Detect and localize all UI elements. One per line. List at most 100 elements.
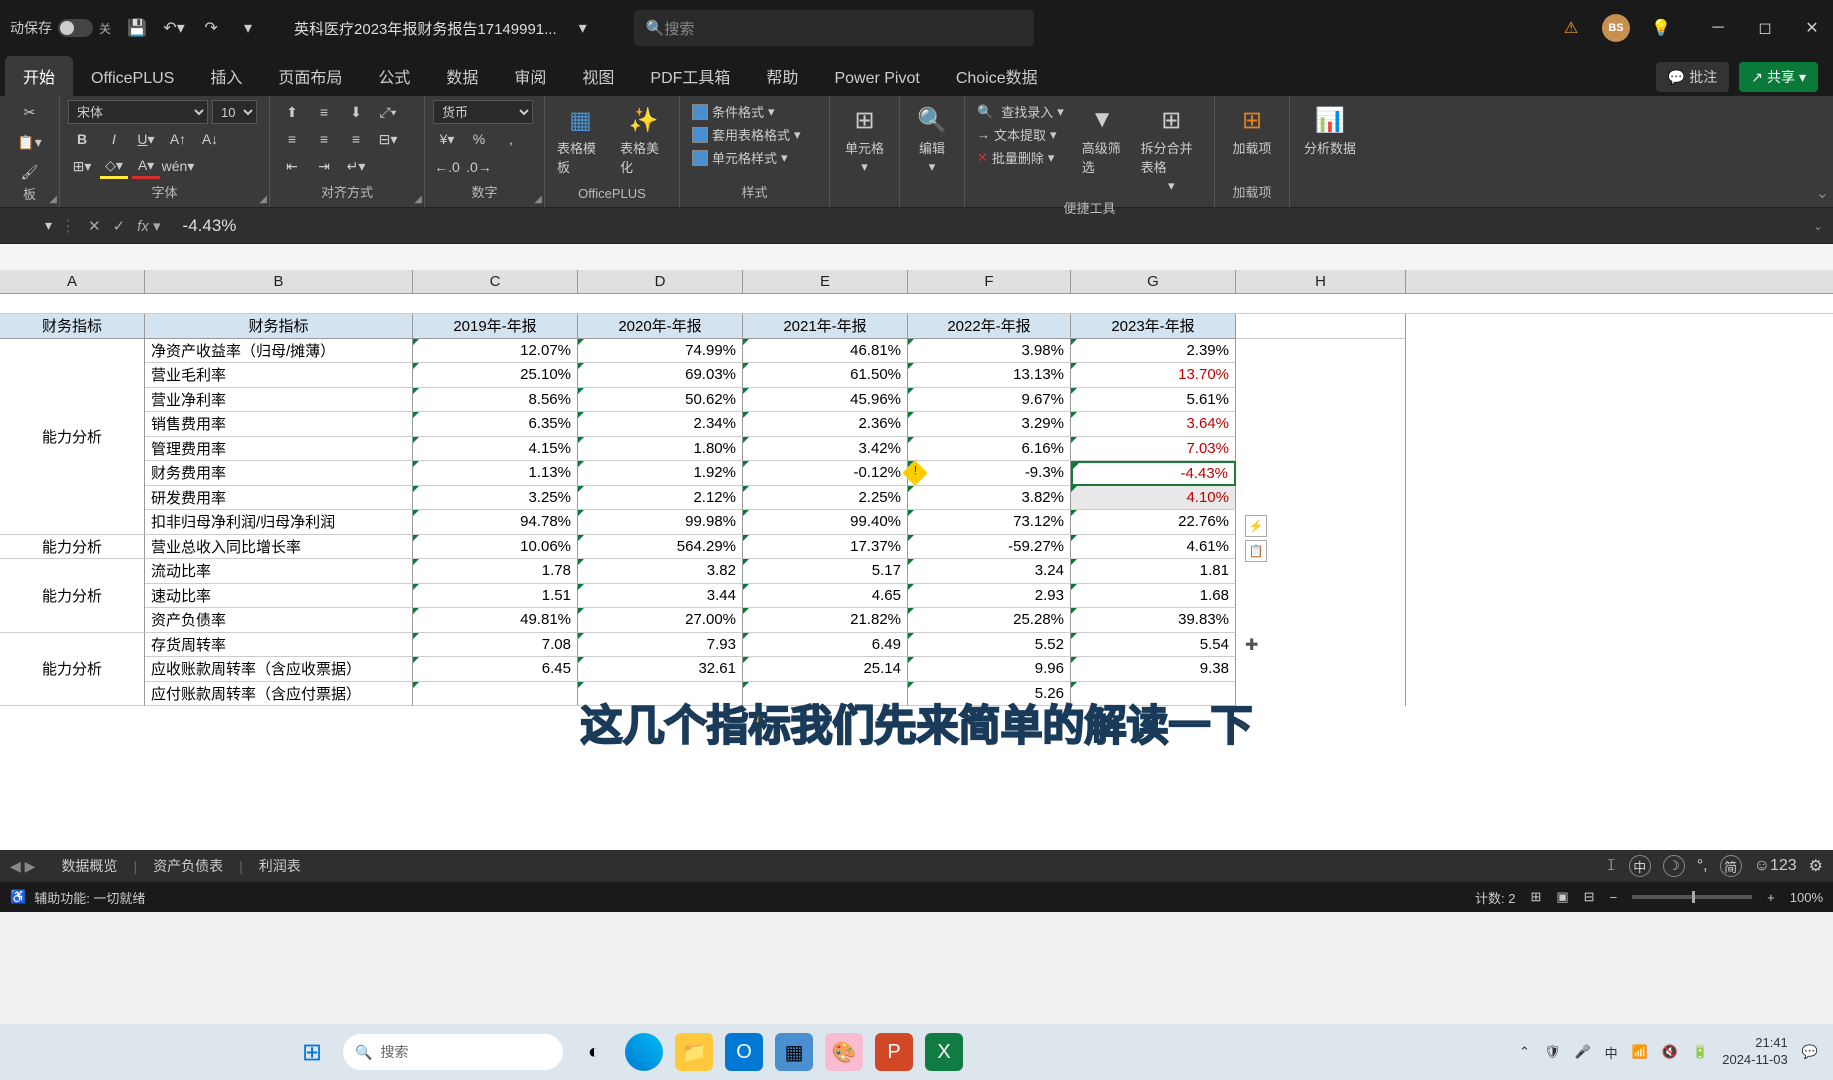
wifi-icon[interactable]: 📶: [1632, 1044, 1648, 1060]
data-cell[interactable]: 4.65: [743, 584, 908, 609]
align-top-icon[interactable]: ⬆: [278, 100, 306, 124]
paste-icon[interactable]: 📋▾: [16, 130, 44, 154]
data-cell[interactable]: 17.37%: [743, 535, 908, 560]
sheet-nav[interactable]: ◀ ▶: [10, 858, 35, 875]
data-cell[interactable]: 4.10%: [1071, 486, 1236, 511]
data-cell[interactable]: 1.68: [1071, 584, 1236, 609]
ime-simp-icon[interactable]: 简: [1720, 855, 1742, 877]
name-box[interactable]: ▾: [0, 217, 60, 234]
explorer-icon[interactable]: 📁: [675, 1033, 713, 1071]
metric-name-cell[interactable]: 应付账款周转率（含应付票据）: [145, 682, 413, 707]
metric-name-cell[interactable]: 营业毛利率: [145, 363, 413, 388]
data-cell[interactable]: 13.13%: [908, 363, 1071, 388]
header-cell[interactable]: 财务指标: [0, 314, 145, 339]
data-cell[interactable]: 5.54: [1071, 633, 1236, 658]
empty-cell[interactable]: [1236, 339, 1406, 364]
confirm-formula-icon[interactable]: ✓: [113, 217, 126, 235]
tab-officeplus[interactable]: OfficePLUS: [73, 62, 192, 96]
metric-name-cell[interactable]: 研发费用率: [145, 486, 413, 511]
data-cell[interactable]: 5.61%: [1071, 388, 1236, 413]
analyze-data-button[interactable]: 📊分析数据: [1298, 100, 1362, 161]
tab-review[interactable]: 审阅: [496, 56, 564, 96]
view-normal-icon[interactable]: ⊞: [1530, 889, 1541, 905]
dec-increase-icon[interactable]: ←.0: [433, 155, 461, 179]
font-shrink-icon[interactable]: A↓: [196, 127, 224, 151]
col-header-d[interactable]: D: [578, 270, 743, 293]
tab-layout[interactable]: 页面布局: [260, 56, 360, 96]
tab-pdf[interactable]: PDF工具箱: [632, 56, 748, 96]
cells-button[interactable]: ⊞单元格▾: [838, 100, 891, 179]
cell-format-button[interactable]: 套用表格格式▾: [688, 123, 821, 146]
smart-tag-icon[interactable]: ⚡: [1245, 515, 1267, 537]
group-label-cell[interactable]: 能力分析: [0, 535, 145, 560]
data-cell[interactable]: 1.80%: [578, 437, 743, 462]
data-cell[interactable]: 25.28%: [908, 608, 1071, 633]
search-input[interactable]: 🔍 搜索: [634, 10, 1034, 46]
indent-inc-icon[interactable]: ⇥: [310, 155, 338, 179]
data-cell[interactable]: 3.64%: [1071, 412, 1236, 437]
align-middle-icon[interactable]: ≡: [310, 100, 338, 124]
title-dropdown-icon[interactable]: ▾: [572, 17, 594, 39]
data-cell[interactable]: 99.40%: [743, 510, 908, 535]
data-cell[interactable]: 1.13%: [413, 461, 578, 486]
metric-name-cell[interactable]: 扣非归母净利润/归母净利润: [145, 510, 413, 535]
data-cell[interactable]: 21.82%: [743, 608, 908, 633]
lightbulb-icon[interactable]: 💡: [1650, 17, 1672, 39]
cut-icon[interactable]: ✂: [16, 100, 44, 124]
split-merge-button[interactable]: ⊞拆分合并表格▾: [1137, 100, 1206, 198]
data-cell[interactable]: 3.29%: [908, 412, 1071, 437]
tab-view[interactable]: 视图: [564, 56, 632, 96]
group-label-cell[interactable]: 能力分析: [0, 559, 145, 633]
start-button[interactable]: ⊞: [293, 1033, 331, 1071]
metric-name-cell[interactable]: 应收账款周转率（含应收票据）: [145, 657, 413, 682]
taskbar-clock[interactable]: 21:41 2024-11-03: [1722, 1035, 1788, 1069]
sheet-tab-profit[interactable]: 利润表: [245, 852, 315, 880]
data-cell[interactable]: 27.00%: [578, 608, 743, 633]
border-icon[interactable]: ⊞▾: [68, 155, 96, 179]
indent-dec-icon[interactable]: ⇤: [278, 155, 306, 179]
table-template-button[interactable]: ▦表格模板: [553, 100, 608, 186]
col-header-f[interactable]: F: [908, 270, 1071, 293]
sheet-tab-balance[interactable]: 资产负债表: [139, 852, 237, 880]
empty-cell[interactable]: [1236, 388, 1406, 413]
empty-cell[interactable]: [1236, 608, 1406, 633]
tab-formula[interactable]: 公式: [360, 56, 428, 96]
comma-icon[interactable]: ,: [497, 127, 525, 151]
col-header-b[interactable]: B: [145, 270, 413, 293]
ime-lang-icon[interactable]: 中: [1629, 855, 1651, 877]
view-break-icon[interactable]: ⊟: [1584, 889, 1595, 905]
volume-icon[interactable]: 🔇: [1662, 1044, 1678, 1060]
edge-icon[interactable]: [625, 1033, 663, 1071]
data-cell[interactable]: 10.06%: [413, 535, 578, 560]
close-button[interactable]: ✕: [1801, 17, 1823, 39]
phonetic-icon[interactable]: wén▾: [164, 155, 192, 179]
col-header-c[interactable]: C: [413, 270, 578, 293]
data-cell[interactable]: -0.12%: [743, 461, 908, 486]
data-cell[interactable]: 3.44: [578, 584, 743, 609]
data-cell[interactable]: 1.51: [413, 584, 578, 609]
align-right-icon[interactable]: ≡: [342, 127, 370, 151]
data-cell[interactable]: 25.10%: [413, 363, 578, 388]
security-icon[interactable]: 🛡: [1544, 1044, 1561, 1060]
data-cell[interactable]: 3.25%: [413, 486, 578, 511]
data-cell[interactable]: 3.98%: [908, 339, 1071, 364]
share-button[interactable]: ↗ 共享 ▾: [1739, 62, 1818, 92]
advanced-filter-button[interactable]: ▼高级筛选: [1078, 100, 1127, 198]
empty-cell[interactable]: [1236, 314, 1406, 339]
app-icon[interactable]: ▦: [775, 1033, 813, 1071]
data-cell[interactable]: 45.96%: [743, 388, 908, 413]
data-cell[interactable]: 2.12%: [578, 486, 743, 511]
header-cell[interactable]: 2020年-年报: [578, 314, 743, 339]
minimize-button[interactable]: ─: [1707, 17, 1729, 39]
edit-button[interactable]: 🔍编辑▾: [908, 100, 956, 179]
header-cell[interactable]: 财务指标: [145, 314, 413, 339]
view-page-icon[interactable]: ▣: [1556, 889, 1568, 905]
conditional-format-button[interactable]: 条件格式▾: [688, 100, 821, 123]
user-avatar[interactable]: BS: [1602, 14, 1630, 42]
group-label-cell[interactable]: 能力分析: [0, 633, 145, 707]
data-cell[interactable]: 99.98%: [578, 510, 743, 535]
data-cell[interactable]: 9.96: [908, 657, 1071, 682]
currency-icon[interactable]: ¥▾: [433, 127, 461, 151]
col-header-e[interactable]: E: [743, 270, 908, 293]
group-label-cell[interactable]: 能力分析: [0, 339, 145, 535]
